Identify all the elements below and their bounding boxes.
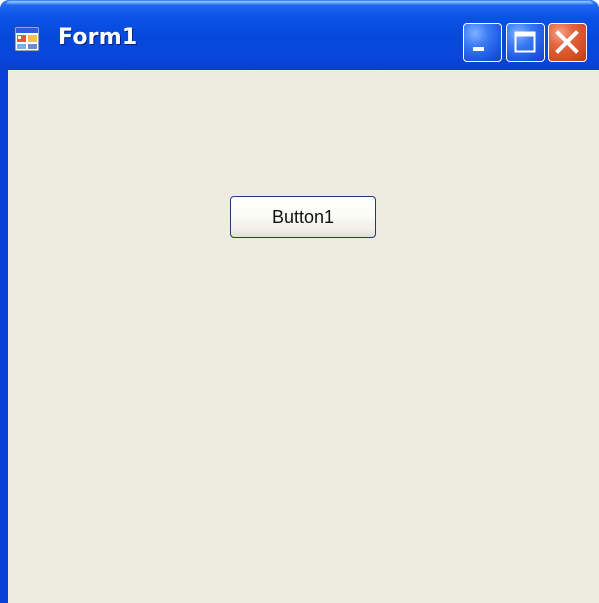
window-title: Form1 — [58, 25, 138, 50]
minimize-icon — [473, 47, 484, 51]
title-bar[interactable]: Form1 — [0, 0, 599, 70]
form-app-icon[interactable] — [14, 26, 40, 52]
maximize-button[interactable] — [506, 23, 545, 62]
close-button[interactable] — [548, 23, 587, 62]
minimize-button[interactable] — [463, 23, 502, 62]
form-window: Form1 Button1 — [0, 0, 599, 603]
maximize-icon — [514, 31, 536, 53]
form-client-area: Button1 — [8, 70, 599, 603]
button1[interactable]: Button1 — [230, 196, 376, 238]
close-icon — [555, 30, 579, 54]
